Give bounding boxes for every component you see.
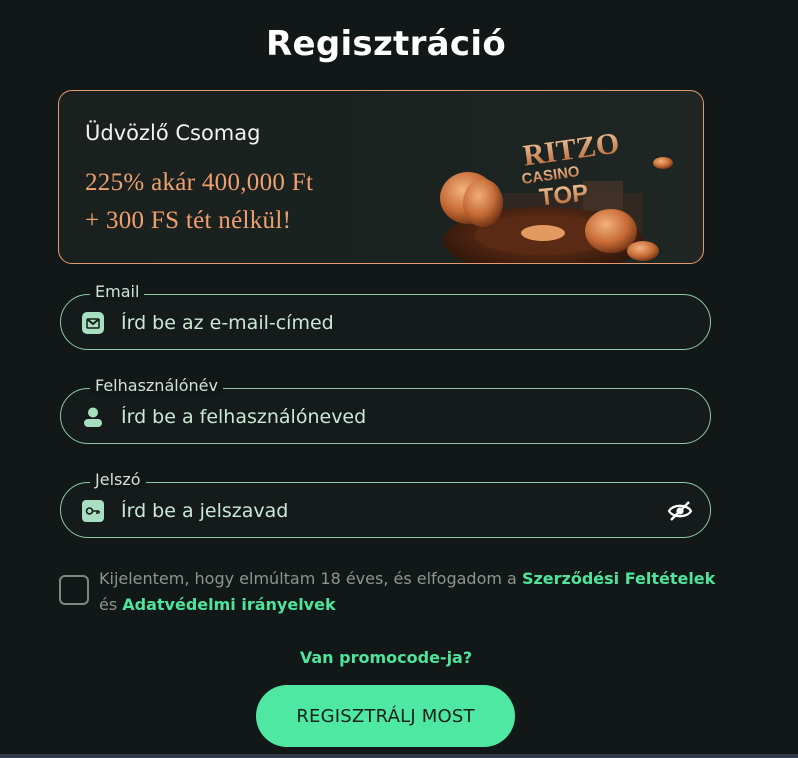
consent-text: Kijelentem, hogy elmúltam 18 éves, és el… [99,566,719,618]
email-field[interactable] [60,294,711,351]
password-label: Jelszó [90,471,146,489]
bottom-divider [0,754,798,758]
welcome-bonus-card: Üdvözlő Csomag 225% akár 400,000 Ft + 30… [58,90,704,264]
email-label: Email [90,283,145,301]
envelope-icon [82,312,104,334]
username-field[interactable] [60,388,711,445]
bonus-title: Üdvözlő Csomag [85,121,261,145]
user-icon [84,407,102,427]
username-label: Felhasználónév [90,377,223,395]
bonus-offer-line-2: + 300 FS tét nélkül! [85,207,292,234]
email-input[interactable] [119,295,643,351]
page-title: Regisztráció [266,24,506,64]
art-text-top: TOP [538,179,589,211]
bonus-offer-line-1: 225% akár 400,000 Ft [85,169,314,196]
username-input[interactable] [119,389,643,445]
age-terms-checkbox[interactable] [59,575,89,605]
privacy-policy-link[interactable]: Adatvédelmi irányelvek [122,595,335,614]
register-button[interactable]: REGISZTRÁLJ MOST [256,685,515,747]
consent-text-before: Kijelentem, hogy elmúltam 18 éves, és el… [99,569,522,588]
casino-logo-art: RITZO CASINO TOP [440,126,673,263]
consent-text-middle: és [99,595,123,614]
promocode-link[interactable]: Van promocode-ja? [0,648,772,667]
password-field[interactable] [60,482,711,539]
password-input[interactable] [119,483,643,539]
terms-link[interactable]: Szerződési Feltételek [522,569,715,588]
eye-slash-icon[interactable] [666,497,694,525]
key-icon [82,500,104,522]
